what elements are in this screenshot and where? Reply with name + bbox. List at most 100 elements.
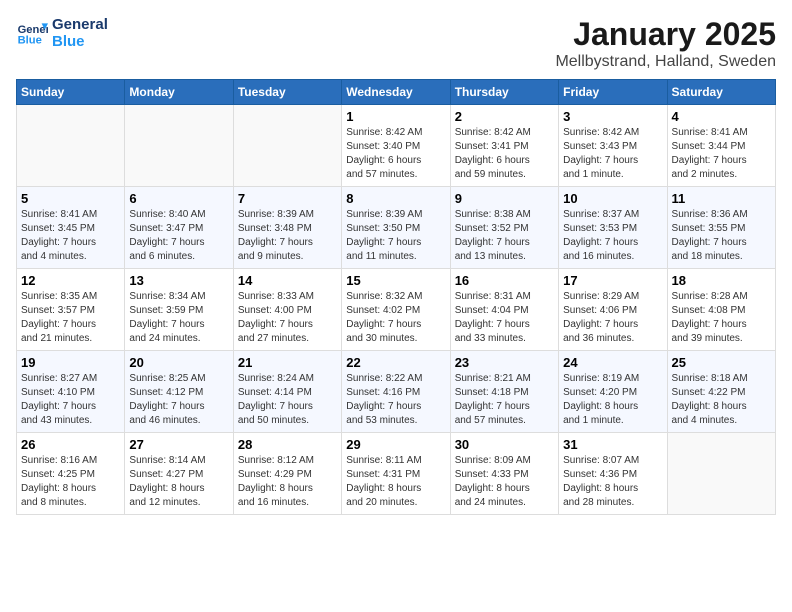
calendar-cell: 12Sunrise: 8:35 AM Sunset: 3:57 PM Dayli…: [17, 269, 125, 351]
day-number: 20: [129, 355, 228, 370]
logo-text-line2: Blue: [52, 33, 108, 50]
calendar-cell: 28 Sunrise: 8:12 AM Sunset: 4:29 PM Dayli…: [233, 433, 341, 515]
day-number: 22: [346, 355, 445, 370]
day-info: Sunrise: 8:42 AM Sunset: 3:43 PM Dayligh…: [563, 126, 662, 182]
day-number: 16: [455, 273, 554, 288]
calendar-cell: 24Sunrise: 8:19 AM Sunset: 4:20 PM Dayli…: [559, 351, 667, 433]
day-info: Sunrise: 8:34 AM Sunset: 3:59 PM Dayligh…: [129, 290, 228, 346]
day-info: Sunrise: 8:16 AM Sunset: 4:25 PM Dayligh…: [21, 454, 120, 510]
calendar-cell: 18 Sunrise: 8:28 AM Sunset: 4:08 PM Dayli…: [667, 269, 775, 351]
day-info: Sunrise: 8:18 AM Sunset: 4:22 PM Dayligh…: [672, 372, 771, 428]
calendar-cell: 15 Sunrise: 8:32 AM Sunset: 4:02 PM Dayli…: [342, 269, 450, 351]
calendar-cell: 21 Sunrise: 8:24 AM Sunset: 4:14 PM Dayli…: [233, 351, 341, 433]
day-info: Sunrise: 8:41 AM Sunset: 3:45 PM Dayligh…: [21, 208, 120, 264]
day-number: 18: [672, 273, 771, 288]
day-info: Sunrise: 8:31 AM Sunset: 4:04 PM Dayligh…: [455, 290, 554, 346]
calendar-week-3: 12Sunrise: 8:35 AM Sunset: 3:57 PM Dayli…: [17, 269, 776, 351]
calendar-cell: [233, 105, 341, 187]
day-number: 19: [21, 355, 120, 370]
day-number: 25: [672, 355, 771, 370]
day-info: Sunrise: 8:42 AM Sunset: 3:41 PM Dayligh…: [455, 126, 554, 182]
calendar-cell: 30 Sunrise: 8:09 AM Sunset: 4:33 PM Dayli…: [450, 433, 558, 515]
weekday-header-wednesday: Wednesday: [342, 80, 450, 105]
logo: General Blue General Blue: [16, 16, 108, 50]
day-info: Sunrise: 8:14 AM Sunset: 4:27 PM Dayligh…: [129, 454, 228, 510]
day-number: 24: [563, 355, 662, 370]
weekday-header-friday: Friday: [559, 80, 667, 105]
day-info: Sunrise: 8:11 AM Sunset: 4:31 PM Dayligh…: [346, 454, 445, 510]
day-info: Sunrise: 8:42 AM Sunset: 3:40 PM Dayligh…: [346, 126, 445, 182]
day-info: Sunrise: 8:36 AM Sunset: 3:55 PM Dayligh…: [672, 208, 771, 264]
weekday-header-row: SundayMondayTuesdayWednesdayThursdayFrid…: [17, 80, 776, 105]
calendar-cell: 3Sunrise: 8:42 AM Sunset: 3:43 PM Daylig…: [559, 105, 667, 187]
day-info: Sunrise: 8:24 AM Sunset: 4:14 PM Dayligh…: [238, 372, 337, 428]
day-number: 13: [129, 273, 228, 288]
day-info: Sunrise: 8:32 AM Sunset: 4:02 PM Dayligh…: [346, 290, 445, 346]
day-number: 1: [346, 109, 445, 124]
weekday-header-tuesday: Tuesday: [233, 80, 341, 105]
day-info: Sunrise: 8:09 AM Sunset: 4:33 PM Dayligh…: [455, 454, 554, 510]
location-subtitle: Mellbystrand, Halland, Sweden: [555, 53, 776, 71]
calendar-cell: [17, 105, 125, 187]
day-info: Sunrise: 8:29 AM Sunset: 4:06 PM Dayligh…: [563, 290, 662, 346]
calendar-week-5: 26Sunrise: 8:16 AM Sunset: 4:25 PM Dayli…: [17, 433, 776, 515]
day-number: 31: [563, 437, 662, 452]
day-info: Sunrise: 8:28 AM Sunset: 4:08 PM Dayligh…: [672, 290, 771, 346]
day-info: Sunrise: 8:25 AM Sunset: 4:12 PM Dayligh…: [129, 372, 228, 428]
calendar-cell: 29 Sunrise: 8:11 AM Sunset: 4:31 PM Dayli…: [342, 433, 450, 515]
calendar-cell: 27Sunrise: 8:14 AM Sunset: 4:27 PM Dayli…: [125, 433, 233, 515]
day-info: Sunrise: 8:40 AM Sunset: 3:47 PM Dayligh…: [129, 208, 228, 264]
title-block: January 2025 Mellbystrand, Halland, Swed…: [555, 16, 776, 71]
weekday-header-monday: Monday: [125, 80, 233, 105]
day-number: 7: [238, 191, 337, 206]
day-info: Sunrise: 8:27 AM Sunset: 4:10 PM Dayligh…: [21, 372, 120, 428]
calendar-cell: 9 Sunrise: 8:38 AM Sunset: 3:52 PM Daylig…: [450, 187, 558, 269]
day-info: Sunrise: 8:37 AM Sunset: 3:53 PM Dayligh…: [563, 208, 662, 264]
month-title: January 2025: [555, 16, 776, 53]
calendar-table: SundayMondayTuesdayWednesdayThursdayFrid…: [16, 79, 776, 515]
day-number: 29: [346, 437, 445, 452]
calendar-week-2: 5Sunrise: 8:41 AM Sunset: 3:45 PM Daylig…: [17, 187, 776, 269]
calendar-cell: 13 Sunrise: 8:34 AM Sunset: 3:59 PM Dayli…: [125, 269, 233, 351]
day-number: 6: [129, 191, 228, 206]
day-number: 21: [238, 355, 337, 370]
calendar-cell: 7Sunrise: 8:39 AM Sunset: 3:48 PM Daylig…: [233, 187, 341, 269]
calendar-cell: 5Sunrise: 8:41 AM Sunset: 3:45 PM Daylig…: [17, 187, 125, 269]
day-info: Sunrise: 8:12 AM Sunset: 4:29 PM Dayligh…: [238, 454, 337, 510]
calendar-cell: 11 Sunrise: 8:36 AM Sunset: 3:55 PM Dayli…: [667, 187, 775, 269]
day-number: 30: [455, 437, 554, 452]
calendar-cell: 16 Sunrise: 8:31 AM Sunset: 4:04 PM Dayli…: [450, 269, 558, 351]
day-number: 15: [346, 273, 445, 288]
calendar-cell: 4Sunrise: 8:41 AM Sunset: 3:44 PM Daylig…: [667, 105, 775, 187]
calendar-cell: 26Sunrise: 8:16 AM Sunset: 4:25 PM Dayli…: [17, 433, 125, 515]
calendar-cell: 2Sunrise: 8:42 AM Sunset: 3:41 PM Daylig…: [450, 105, 558, 187]
weekday-header-thursday: Thursday: [450, 80, 558, 105]
calendar-cell: 22 Sunrise: 8:22 AM Sunset: 4:16 PM Dayli…: [342, 351, 450, 433]
day-info: Sunrise: 8:38 AM Sunset: 3:52 PM Dayligh…: [455, 208, 554, 264]
day-info: Sunrise: 8:21 AM Sunset: 4:18 PM Dayligh…: [455, 372, 554, 428]
calendar-cell: 17 Sunrise: 8:29 AM Sunset: 4:06 PM Dayli…: [559, 269, 667, 351]
calendar-cell: 14Sunrise: 8:33 AM Sunset: 4:00 PM Dayli…: [233, 269, 341, 351]
calendar-cell: 10 Sunrise: 8:37 AM Sunset: 3:53 PM Dayli…: [559, 187, 667, 269]
day-number: 23: [455, 355, 554, 370]
day-info: Sunrise: 8:41 AM Sunset: 3:44 PM Dayligh…: [672, 126, 771, 182]
day-number: 10: [563, 191, 662, 206]
day-number: 12: [21, 273, 120, 288]
calendar-cell: 6 Sunrise: 8:40 AM Sunset: 3:47 PM Daylig…: [125, 187, 233, 269]
day-info: Sunrise: 8:33 AM Sunset: 4:00 PM Dayligh…: [238, 290, 337, 346]
day-info: Sunrise: 8:39 AM Sunset: 3:50 PM Dayligh…: [346, 208, 445, 264]
calendar-cell: 23 Sunrise: 8:21 AM Sunset: 4:18 PM Dayli…: [450, 351, 558, 433]
day-number: 28: [238, 437, 337, 452]
logo-text-line1: General: [52, 16, 108, 33]
day-number: 9: [455, 191, 554, 206]
day-number: 11: [672, 191, 771, 206]
day-number: 8: [346, 191, 445, 206]
svg-text:Blue: Blue: [18, 34, 42, 46]
calendar-cell: 8 Sunrise: 8:39 AM Sunset: 3:50 PM Daylig…: [342, 187, 450, 269]
day-info: Sunrise: 8:22 AM Sunset: 4:16 PM Dayligh…: [346, 372, 445, 428]
calendar-cell: 1 Sunrise: 8:42 AM Sunset: 3:40 PM Daylig…: [342, 105, 450, 187]
weekday-header-sunday: Sunday: [17, 80, 125, 105]
calendar-cell: 20 Sunrise: 8:25 AM Sunset: 4:12 PM Dayli…: [125, 351, 233, 433]
calendar-cell: 19 Sunrise: 8:27 AM Sunset: 4:10 PM Dayli…: [17, 351, 125, 433]
day-number: 17: [563, 273, 662, 288]
